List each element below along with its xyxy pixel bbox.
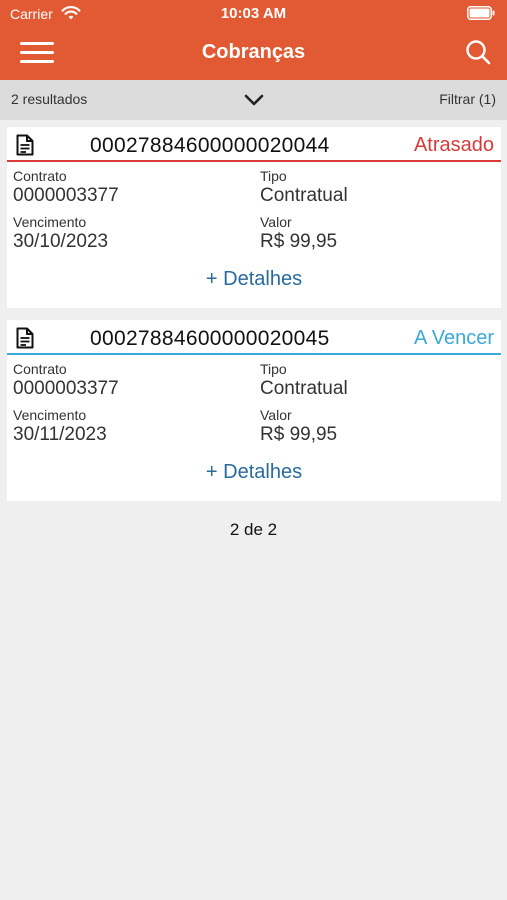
billing-card: 00027884600000020044 Atrasado Contrato 0… [7, 127, 501, 308]
contract-label: Contrato [13, 168, 67, 184]
status-label: Atrasado [413, 134, 494, 156]
contract-value: 0000003377 [13, 185, 119, 206]
details-link[interactable]: + Detalhes [7, 461, 501, 484]
status-bar: Carrier 10:03 AM [0, 0, 507, 28]
status-label: A Vencer [413, 327, 494, 349]
details-link[interactable]: + Detalhes [7, 268, 501, 291]
card-header: 00027884600000020044 Atrasado [7, 127, 501, 161]
document-icon [16, 327, 34, 349]
document-icon [16, 134, 34, 156]
amount-value: R$ 99,95 [260, 231, 338, 252]
card-header: 00027884600000020045 A Vencer [7, 320, 501, 354]
status-divider [7, 160, 501, 162]
battery-icon [467, 6, 495, 20]
type-value: Contratual [260, 378, 348, 399]
billing-number: 00027884600000020044 [90, 134, 330, 157]
results-bar: 2 resultados Filtrar (1) [0, 80, 507, 120]
contract-value: 0000003377 [13, 378, 119, 399]
contract-label: Contrato [13, 361, 67, 377]
type-value: Contratual [260, 185, 348, 206]
results-count: 2 resultados [11, 91, 88, 107]
billing-card: 00027884600000020045 A Vencer Contrato 0… [7, 320, 501, 501]
filter-button[interactable]: Filtrar (1) [439, 91, 496, 107]
amount-label: Valor [260, 407, 292, 423]
type-label: Tipo [260, 168, 287, 184]
due-date-value: 30/11/2023 [13, 424, 107, 445]
amount-value: R$ 99,95 [260, 424, 338, 445]
status-time: 10:03 AM [220, 5, 287, 22]
status-divider [7, 353, 501, 355]
navigation-bar: Cobranças [0, 28, 507, 80]
page-title: Cobranças [201, 41, 306, 63]
due-date-label: Vencimento [13, 407, 87, 423]
app-header: Carrier 10:03 AM Cobranças [0, 0, 507, 80]
amount-label: Valor [260, 214, 292, 230]
billing-number: 00027884600000020045 [90, 327, 330, 350]
chevron-down-icon[interactable] [243, 92, 265, 108]
search-icon[interactable] [465, 39, 491, 65]
due-date-value: 30/10/2023 [13, 231, 109, 252]
due-date-label: Vencimento [13, 214, 87, 230]
pagination-label: 2 de 2 [229, 520, 278, 539]
type-label: Tipo [260, 361, 287, 377]
